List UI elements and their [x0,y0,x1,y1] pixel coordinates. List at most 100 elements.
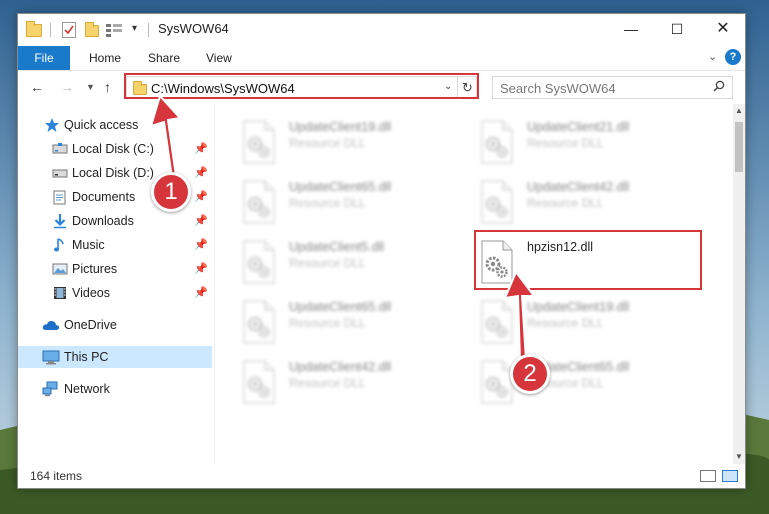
forward-arrow-icon[interactable]: → [60,79,74,95]
file-type: Resource DLL [289,196,366,210]
sidebar-item-quick-access[interactable]: Quick access [18,114,212,136]
minimize-button[interactable]: — [608,14,654,44]
download-icon [52,213,68,229]
pin-icon[interactable]: 📌 [194,142,208,155]
tab-share[interactable]: Share [148,46,180,70]
star-icon [44,117,60,133]
pin-icon[interactable]: 📌 [194,262,208,275]
tab-home[interactable]: Home [89,46,121,70]
address-bar[interactable]: C:\Windows\SysWOW64 ⌄ ↻ [126,76,477,99]
pin-icon[interactable]: 📌 [194,166,208,179]
scroll-up-arrow-icon[interactable]: ▲ [735,106,743,115]
sidebar-item-music[interactable]: Music 📌 [18,234,212,256]
file-item[interactable]: UpdateClient5.dll Resource DLL [241,234,471,290]
file-name: UpdateClient5.dll [289,240,385,254]
new-folder-icon[interactable] [85,22,99,37]
pin-icon[interactable]: 📌 [194,286,208,299]
title-bar: ▾ SysWOW64 — ☐ ✕ [18,14,745,46]
sidebar-item-network[interactable]: Network [18,378,212,400]
help-icon[interactable]: ? [725,49,741,65]
sidebar-item-label: Quick access [64,118,139,132]
file-item[interactable]: UpdateClient21.dll Resource DLL [479,114,709,170]
recent-locations-chevron-icon[interactable]: ▼ [86,82,95,92]
videos-icon [52,285,68,301]
file-item[interactable]: UpdateClient65.dll Resource DLL [241,294,471,350]
large-icons-view-icon[interactable] [722,470,738,482]
drive-icon [52,165,68,181]
sidebar-item-label: Network [64,382,110,396]
address-path[interactable]: C:\Windows\SysWOW64 [151,81,295,96]
file-type: Resource DLL [289,136,366,150]
sidebar-item-label: Local Disk (C:) [72,142,154,156]
search-placeholder: Search SysWOW64 [500,81,616,96]
drive-icon [52,141,68,157]
file-name: UpdateClient65.dll [289,300,392,314]
expand-ribbon-chevron-icon[interactable]: ⌄ [708,50,717,63]
dll-file-icon [479,240,515,284]
quick-access-dropdown-icon[interactable]: ▾ [132,23,137,34]
sidebar-item-label: Videos [72,286,110,300]
file-name: UpdateClient19.dll [289,120,392,134]
tab-view[interactable]: View [206,46,232,70]
dll-file-icon [479,360,515,404]
file-item-hpzisn12[interactable]: hpzisn12.dll [479,234,709,290]
file-name: UpdateClient65.dll [289,180,392,194]
dll-file-icon [241,240,277,284]
file-item[interactable]: UpdateClient65.dll Resource DLL [241,174,471,230]
tab-file[interactable]: File [18,46,70,70]
file-item[interactable]: UpdateClient42.dll Resource DLL [479,174,709,230]
sidebar-item-this-pc[interactable]: This PC [18,346,212,368]
search-icon [713,80,725,95]
music-icon [52,237,68,253]
navigation-bar: ← → ▼ ↑ C:\Windows\SysWOW64 ⌄ ↻ Search S… [18,70,745,104]
folder-icon [26,21,42,37]
refresh-button[interactable]: ↻ [457,77,477,98]
sidebar-item-pictures[interactable]: Pictures 📌 [18,258,212,280]
sidebar-item-label: Pictures [72,262,118,276]
search-input[interactable]: Search SysWOW64 [492,76,733,99]
customize-quick-access-icon[interactable] [106,23,122,37]
cloud-icon [42,317,60,333]
dll-file-icon [241,120,277,164]
scroll-down-arrow-icon[interactable]: ▼ [735,452,743,461]
file-type: Resource DLL [527,316,604,330]
sidebar-item-label: Local Disk (D:) [72,166,154,180]
sidebar-item-videos[interactable]: Videos 📌 [18,282,212,304]
dll-file-icon [241,300,277,344]
sidebar-item-label: Music [72,238,105,252]
back-arrow-icon[interactable]: ← [30,79,44,95]
address-dropdown-icon[interactable]: ⌄ [444,81,452,92]
pin-icon[interactable]: 📌 [194,214,208,227]
folder-icon [133,81,147,95]
vertical-scrollbar[interactable]: ▲ ▼ [733,104,745,464]
dll-file-icon [479,120,515,164]
pictures-icon [52,261,68,277]
dll-file-icon [241,180,277,224]
file-name: UpdateClient42.dll [527,180,630,194]
details-view-icon[interactable] [700,470,716,482]
computer-icon [42,349,60,365]
file-name: UpdateClient42.dll [289,360,392,374]
file-name: UpdateClient21.dll [527,120,630,134]
sidebar-item-local-disk-c[interactable]: Local Disk (C:) 📌 [18,138,212,160]
up-arrow-icon[interactable]: ↑ [104,79,111,95]
file-type: Resource DLL [289,316,366,330]
scrollbar-thumb[interactable] [735,122,743,172]
close-button[interactable]: ✕ [700,14,745,44]
sidebar-item-downloads[interactable]: Downloads 📌 [18,210,212,232]
file-item[interactable]: UpdateClient19.dll Resource DLL [479,294,709,350]
file-explorer-window: ▾ SysWOW64 — ☐ ✕ File Home Share View ⌄ … [17,13,746,489]
properties-checkmark-icon[interactable] [62,22,76,38]
dll-file-icon [479,300,515,344]
file-type: Resource DLL [527,136,604,150]
file-name: UpdateClient19.dll [527,300,630,314]
sidebar-item-onedrive[interactable]: OneDrive [18,314,212,336]
file-item[interactable]: UpdateClient42.dll Resource DLL [241,354,471,410]
maximize-button[interactable]: ☐ [654,14,700,44]
pin-icon[interactable]: 📌 [194,190,208,203]
window-title: SysWOW64 [158,21,229,36]
ribbon-tabs: File Home Share View ⌄ ? [18,46,745,70]
pin-icon[interactable]: 📌 [194,238,208,251]
divider [50,23,51,37]
file-item[interactable]: UpdateClient19.dll Resource DLL [241,114,471,170]
